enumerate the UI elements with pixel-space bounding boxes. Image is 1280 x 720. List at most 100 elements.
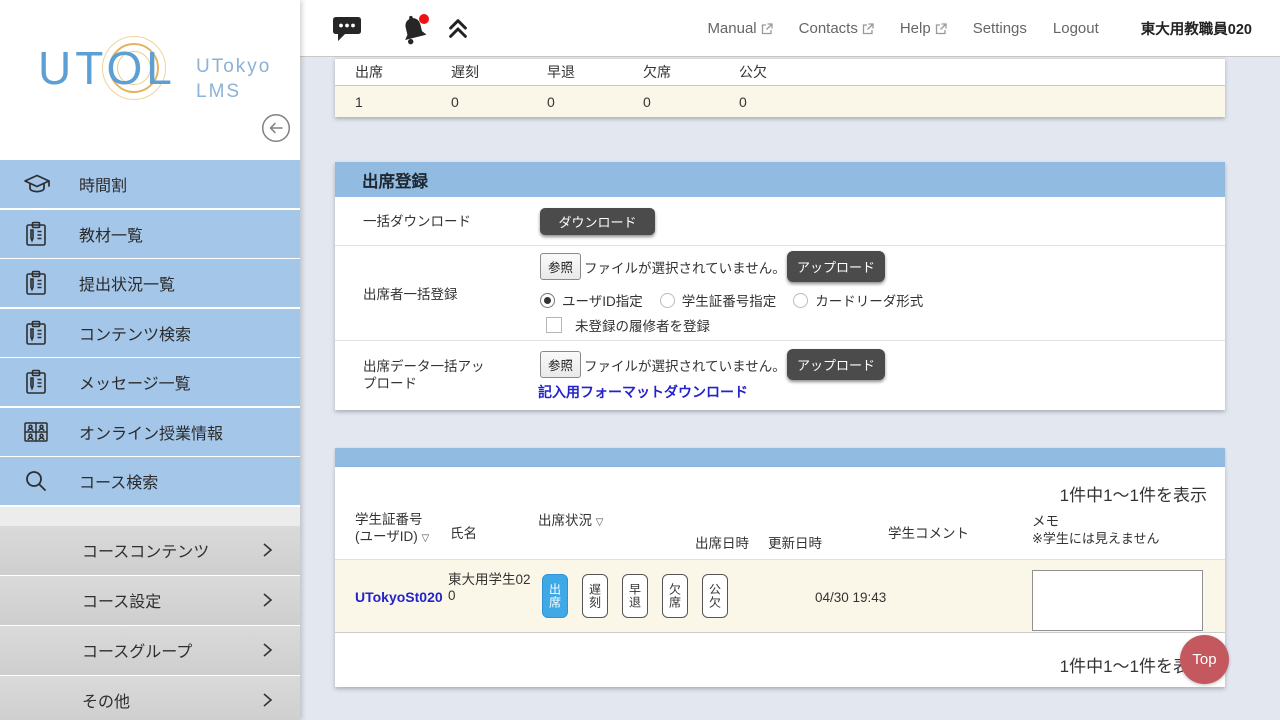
format-download-link[interactable]: 記入用フォーマットダウンロード <box>538 382 748 402</box>
chevron-right-icon <box>260 541 274 564</box>
sidebar-item-submission-status[interactable]: 提出状況一覧 <box>0 259 300 307</box>
utol-logo[interactable]: UTOL UTokyo LMS <box>38 46 176 116</box>
sidebar-item-materials[interactable]: 教材一覧 <box>0 210 300 258</box>
sidebar-item-course-group[interactable]: コースグループ <box>0 626 300 675</box>
status-present-button[interactable]: 出席 <box>542 574 568 618</box>
summary-value-row: 1 0 0 0 0 <box>335 86 1225 117</box>
column-header-student-comment: 学生コメント <box>888 525 969 542</box>
settings-link-label: Settings <box>973 20 1027 37</box>
sidebar-item-content-search[interactable]: コンテンツ検索 <box>0 309 300 357</box>
double-chevron-up-icon <box>446 17 470 41</box>
sidebar-item-timetable[interactable]: 時間割 <box>0 160 300 208</box>
external-link-icon <box>935 23 947 35</box>
contacts-link[interactable]: Contacts <box>799 20 874 37</box>
attendance-register-section: 出席登録 一括ダウンロード ダウンロード 出席者一括登録 参照 ファイルが選択さ… <box>335 162 1225 410</box>
table-footer: 1件中1〜1件を表示 <box>335 633 1225 687</box>
magnifier-icon <box>22 467 52 495</box>
attendee-bulk-register-row: 出席者一括登録 参照 ファイルが選択されていません。 アップロード ユーザID指… <box>335 246 1225 341</box>
column-header-update-time: 更新日時 <box>768 535 822 552</box>
sidebar-item-course-search[interactable]: コース検索 <box>0 457 300 505</box>
sidebar-item-label: 時間割 <box>79 172 127 196</box>
sidebar-submenu: コースコンテンツ コース設定 コースグループ その他 <box>0 526 300 720</box>
upload-button[interactable]: アップロード <box>787 349 885 380</box>
sidebar-item-course-settings[interactable]: コース設定 <box>0 576 300 625</box>
browse-file-button[interactable]: 参照 <box>540 351 581 378</box>
topbar-links: Manual Contacts Help Settings Logout 東大用… <box>681 0 1280 57</box>
status-absent-button[interactable]: 欠席 <box>662 574 688 618</box>
notification-badge-icon <box>419 14 429 24</box>
radio-label: ユーザID指定 <box>562 290 643 310</box>
logo-text: UTOL <box>38 46 176 90</box>
header-text: 学生証番号 <box>355 512 423 527</box>
section-title: 出席登録 <box>362 168 428 192</box>
sidebar-item-label: メッセージ一覧 <box>79 370 191 394</box>
column-header-student-id[interactable]: 学生証番号 (ユーザID) ▽ <box>355 511 429 547</box>
logo-subtitle-line2: LMS <box>196 79 271 104</box>
sidebar: UTOL UTokyo LMS 時間割 <box>0 0 300 720</box>
result-count-top: 1件中1〜1件を表示 <box>1060 481 1207 506</box>
sidebar-item-course-contents[interactable]: コースコンテンツ <box>0 526 300 575</box>
section-header: 出席登録 <box>335 162 1225 197</box>
speech-bubble-icon <box>331 14 362 43</box>
sidebar-item-others[interactable]: その他 <box>0 676 300 720</box>
sidebar-menu: 時間割 教材一覧 提出状況一覧 <box>0 160 300 507</box>
sort-icon[interactable]: ▽ <box>596 517 604 528</box>
chevron-right-icon <box>260 591 274 614</box>
status-button-group: 出席 遅刻 早退 欠席 公欠 <box>542 574 728 618</box>
column-header-attend-time: 出席日時 <box>695 535 749 552</box>
sidebar-item-message-list[interactable]: メッセージ一覧 <box>0 358 300 406</box>
bulk-download-row: 一括ダウンロード ダウンロード <box>335 197 1225 246</box>
summary-header-present: 出席 <box>355 62 383 82</box>
header-text: 出席状況 <box>538 513 592 528</box>
summary-value-excused: 0 <box>739 94 747 110</box>
memo-input[interactable] <box>1032 570 1203 631</box>
data-bulk-upload-row: 出席データ一括アップロード 参照 ファイルが選択されていません。 アップロード … <box>335 341 1225 410</box>
logout-link[interactable]: Logout <box>1053 20 1099 37</box>
chevron-right-icon <box>260 691 274 714</box>
radio-label: 学生証番号指定 <box>682 290 777 310</box>
settings-link[interactable]: Settings <box>973 20 1027 37</box>
attendance-detail-table: 1件中1〜1件を表示 学生証番号 (ユーザID) ▽ 氏名 出席状況 ▽ 出席日… <box>335 467 1225 687</box>
username: 東大用教職員020 <box>1141 18 1252 39</box>
download-button[interactable]: ダウンロード <box>540 208 655 235</box>
sidebar-collapse-button[interactable] <box>261 113 291 143</box>
logo-subtitle-line1: UTokyo <box>196 54 271 79</box>
status-excused-button[interactable]: 公欠 <box>702 574 728 618</box>
help-link[interactable]: Help <box>900 20 947 37</box>
radio-unselected-icon <box>793 293 808 308</box>
radio-user-id[interactable]: ユーザID指定 <box>540 290 643 310</box>
register-unregistered-checkbox[interactable]: 未登録の履修者を登録 <box>546 315 710 335</box>
arrow-left-circle-icon <box>261 113 291 143</box>
notifications-button[interactable] <box>395 0 433 57</box>
radio-selected-icon <box>540 293 555 308</box>
attendee-bulk-label: 出席者一括登録 <box>363 286 458 303</box>
messages-button[interactable] <box>331 0 362 57</box>
logo-subtitle: UTokyo LMS <box>196 54 271 104</box>
clipboard-icon <box>22 319 52 347</box>
sort-icon[interactable]: ▽ <box>422 533 430 544</box>
student-id-link[interactable]: UTokyoSt020 <box>355 589 443 605</box>
clipboard-icon <box>22 269 52 297</box>
summary-header-late: 遅刻 <box>451 62 479 82</box>
chevron-right-icon <box>260 641 274 664</box>
student-name: 東大用学生020 <box>448 572 534 604</box>
sidebar-item-online-class-info[interactable]: オンライン授業情報 <box>0 408 300 456</box>
scroll-to-top-button[interactable]: Top <box>1180 635 1229 684</box>
status-early-leave-button[interactable]: 早退 <box>622 574 648 618</box>
sidebar-item-label: コース検索 <box>79 469 158 493</box>
help-link-label: Help <box>900 20 931 37</box>
clipboard-icon <box>22 368 52 396</box>
manual-link[interactable]: Manual <box>707 20 772 37</box>
scroll-top-chevrons-button[interactable] <box>446 0 470 57</box>
bulk-download-label: 一括ダウンロード <box>363 213 471 230</box>
browse-file-button[interactable]: 参照 <box>540 253 581 280</box>
column-header-status[interactable]: 出席状況 ▽ <box>538 512 603 531</box>
status-late-button[interactable]: 遅刻 <box>582 574 608 618</box>
radio-unselected-icon <box>660 293 675 308</box>
radio-student-card-number[interactable]: 学生証番号指定 <box>660 290 777 310</box>
column-header-memo: メモ ※学生には見えません <box>1032 513 1160 547</box>
upload-button[interactable]: アップロード <box>787 251 885 282</box>
radio-card-reader-format[interactable]: カードリーダ形式 <box>793 290 923 310</box>
header-text: メモ <box>1032 513 1160 530</box>
summary-header-absent: 欠席 <box>643 62 671 82</box>
